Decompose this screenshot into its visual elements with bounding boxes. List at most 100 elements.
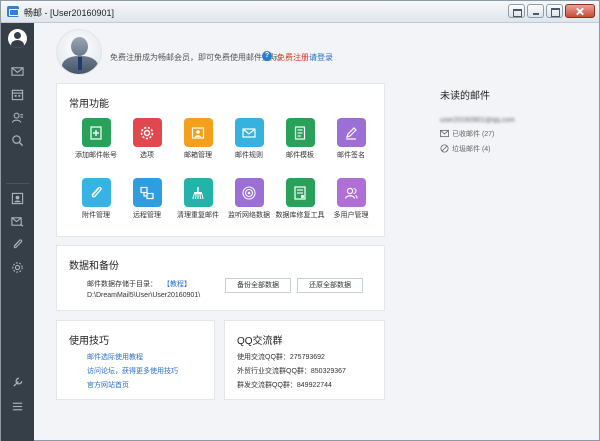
users-icon [336,178,366,207]
app-window: 畅邮 - [User20160901] 免费注册成为畅邮会员，即可免费使用邮件选… [0,0,600,441]
app-logo-icon [7,6,19,17]
tile-mail-rules[interactable]: 邮件规则 [222,118,276,164]
tile-label: 附件管理 [82,212,110,219]
sidebar-item-tools[interactable] [1,371,34,393]
tile-label: 选项 [140,152,154,159]
tile-mailbox-manage[interactable]: 邮箱管理 [171,118,225,164]
sidebar-item-contact-card[interactable] [1,187,34,209]
tile-database-repair[interactable]: 数据库修复工具 [273,178,327,224]
add-account-icon [81,118,111,147]
inbox-icon [440,129,449,138]
restore-button[interactable] [508,4,525,18]
remote-icon [132,178,162,207]
contacts-icon [11,112,24,123]
user-avatar-icon [8,28,27,48]
panel-title: QQ交流群 [237,336,283,347]
sidebar-item-search[interactable] [1,129,34,151]
database-repair-icon [285,178,315,207]
maximize-button[interactable] [546,4,563,18]
qq-group-panel: QQ交流群 使用交流QQ群：275793692 外贸行业交流群QQ群：85032… [224,320,385,400]
mailbox-manage-icon [183,118,213,147]
sidebar-item-contacts[interactable] [1,106,34,128]
panel-title: 数据和备份 [69,261,119,272]
tile-label: 邮件规则 [235,152,263,159]
close-button[interactable] [565,4,595,18]
register-link[interactable]: 免费注册 [277,52,309,63]
tile-label: 多用户管理 [333,212,369,219]
tile-remote-manage[interactable]: 远程管理 [120,178,174,224]
restore-all-button[interactable]: 还原全部数据 [297,278,363,293]
account-header: 免费注册成为畅邮会员，即可免费使用邮件选际。 ? 免费注册 请登录 [34,23,599,81]
help-icon[interactable]: ? [262,51,272,61]
sidebar-item-send-mail[interactable] [1,210,34,232]
folder-spam[interactable]: 垃圾邮件 (4) [440,144,580,154]
tile-label: 邮件模板 [286,152,314,159]
avatar-tie [78,57,82,70]
backup-all-button[interactable]: 备份全部数据 [225,278,291,293]
tile-multi-user[interactable]: 多用户管理 [324,178,378,224]
tile-label: 邮箱管理 [184,152,212,159]
tile-label: 邮件签名 [337,152,365,159]
folder-label: 垃圾邮件 (4) [452,146,491,153]
login-link[interactable]: 请登录 [309,52,333,63]
tile-attachments[interactable]: 附件管理 [69,178,123,224]
unread-mail-panel: 未读的邮件 user20160901@qq.com 已收邮件 (27) 垃圾邮件… [440,87,580,154]
radar-icon [234,178,264,207]
tips-link-tutorial[interactable]: 邮件选际使用教程 [87,352,143,362]
paperclip-icon [81,178,111,207]
common-functions-panel: 常用功能 添加邮件帐号 选项 邮箱管理 邮件规则 邮件模板 邮件签名 附件管理 … [56,83,385,237]
settings-icon [12,261,23,273]
send-mail-icon [11,216,24,227]
sidebar [1,23,34,441]
qq-group-line: 使用交流QQ群：275793692 [237,354,325,361]
qq-group-line: 外贸行业交流群QQ群：850329367 [237,368,346,375]
tips-link-forum[interactable]: 访问论坛，获得更多使用技巧 [87,366,178,376]
tile-mail-template[interactable]: 邮件模板 [273,118,327,164]
tile-label: 远程管理 [133,212,161,219]
sidebar-divider [6,183,29,184]
qq-group-line: 群发交流群QQ群：849922744 [237,382,332,389]
tile-label: 监听网络数据 [228,212,270,219]
sidebar-item-mail[interactable] [1,60,34,82]
tile-options[interactable]: 选项 [120,118,174,164]
pen-icon [336,118,366,147]
contact-card-icon [11,192,24,204]
panel-title: 常用功能 [69,99,109,110]
template-icon [285,118,315,147]
tile-clean-duplicates[interactable]: 清理重复邮件 [171,178,225,224]
tools-icon [13,377,23,387]
tile-monitor-network[interactable]: 监听网络数据 [222,178,276,224]
sidebar-item-calendar[interactable] [1,83,34,105]
sidebar-item-attachments[interactable] [1,233,34,255]
sidebar-user-avatar[interactable] [1,26,34,50]
account-avatar[interactable] [56,29,102,75]
folder-label: 已收邮件 (27) [452,131,495,138]
mail-icon [11,66,24,76]
window-controls [508,4,595,18]
sidebar-item-settings[interactable] [1,256,34,278]
tips-link-homepage[interactable]: 官方网站首页 [87,380,129,390]
tile-add-account[interactable]: 添加邮件帐号 [69,118,123,164]
spam-icon [440,144,449,153]
broom-icon [183,178,213,207]
data-backup-panel: 数据和备份 邮件数据存储于目录： 【教程】 D:\DreamMail5\User… [56,245,385,311]
register-notice: 免费注册成为畅邮会员，即可免费使用邮件选际。 [110,53,286,62]
unread-title: 未读的邮件 [440,91,490,102]
storage-label: 邮件数据存储于目录： [87,281,157,288]
search-icon [12,134,24,146]
usage-tips-panel: 使用技巧 邮件选际使用教程 访问论坛，获得更多使用技巧 官方网站首页 [56,320,215,400]
gear-icon [132,118,162,147]
window-title: 畅邮 - [User20160901] [24,8,115,18]
folder-inbox[interactable]: 已收邮件 (27) [440,129,580,139]
panel-title: 使用技巧 [69,336,109,347]
title-bar: 畅邮 - [User20160901] [1,1,599,23]
tile-label: 清理重复邮件 [177,212,219,219]
tutorial-link[interactable]: 【教程】 [163,279,191,289]
avatar-head [71,37,88,56]
sidebar-item-menu[interactable] [1,395,34,417]
account-email[interactable]: user20160901@qq.com [440,117,580,124]
minimize-button[interactable] [527,4,544,18]
calendar-icon [11,89,24,100]
main-content: 免费注册成为畅邮会员，即可免费使用邮件选际。 ? 免费注册 请登录 常用功能 添… [34,23,599,441]
tile-mail-signature[interactable]: 邮件签名 [324,118,378,164]
